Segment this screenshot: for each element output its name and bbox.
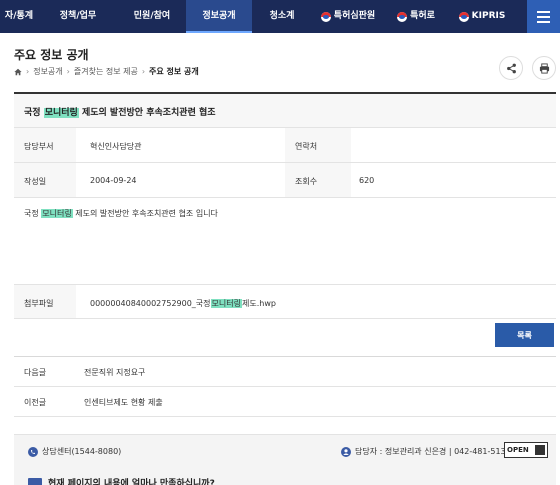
date-value: 2004-09-24 — [90, 176, 137, 185]
kipo-logo-icon — [320, 11, 331, 22]
body-text: 국정 — [24, 209, 42, 218]
menu-line-icon — [537, 15, 550, 18]
nav-link-label: 특허로 — [410, 11, 435, 21]
next-post-label: 다음글 — [24, 368, 47, 377]
menu-line-icon — [537, 10, 550, 13]
share-icon — [506, 63, 516, 73]
breadcrumb-current: 주요 정보 공개 — [149, 67, 199, 76]
manager-text: 담당자 : 정보관리과 신은경 | 042-481-5136 — [355, 447, 511, 456]
info-row-department: 담당부서 혁신인사담당관 연락처 — [14, 128, 556, 163]
nav-item-civil-participation[interactable]: 민원/참여 — [118, 0, 186, 33]
post-title-row: 국정 모니터링 제도의 발전방안 후속조치관련 협조 — [14, 94, 556, 128]
home-icon[interactable] — [14, 68, 22, 76]
person-icon — [341, 446, 351, 457]
post-title-text: 제도의 발전방안 후속조치관련 협조 — [78, 108, 216, 118]
search-highlight: 모니터링 — [41, 209, 73, 218]
search-highlight: 모니터링 — [43, 108, 79, 118]
satisfaction-survey: 현재 페이지의 내용에 얼마나 만족하십니까? — [28, 476, 215, 485]
date-label: 작성일 — [24, 177, 47, 186]
nav-link-kipris[interactable]: KIPRIS — [448, 0, 516, 33]
body-text: 제도의 발전방안 후속조치관련 협조 입니다 — [72, 209, 218, 218]
breadcrumb: › 정보공개 › 즐겨찾는 정보 제공 › 주요 정보 공개 — [14, 66, 199, 77]
attachment-file-link[interactable]: 0000004084000275290​0_국정모니터링제도.hwp — [90, 298, 276, 309]
post-body: 국정 모니터링 제도의 발전방안 후속조치관련 협조 입니다 — [14, 198, 556, 285]
post-title: 국정 모니터링 제도의 발전방안 후속조치관련 협조 — [24, 105, 216, 118]
next-post-row: 다음글 전문직위 지정요구 — [14, 357, 556, 387]
chevron-right-icon: › — [66, 67, 70, 76]
survey-icon — [28, 477, 42, 485]
adjacent-posts: 다음글 전문직위 지정요구 이전글 인센티브제도 현황 제출 — [14, 356, 556, 417]
department-value: 혁신인사담당관 — [90, 142, 142, 151]
post-body-text: 국정 모니터링 제도의 발전방안 후속조치관련 협조 입니다 — [24, 208, 218, 219]
phone-icon — [28, 446, 38, 457]
list-button[interactable]: 목록 — [495, 323, 554, 347]
file-name-text: 제도.hwp — [241, 299, 276, 308]
license-icon — [535, 445, 545, 455]
next-post-link[interactable]: 전문직위 지정요구 — [84, 367, 145, 378]
chevron-right-icon: › — [26, 67, 30, 76]
nav-item-policy[interactable]: 정책/업무 — [38, 0, 118, 33]
page-title: 주요 정보 공개 — [14, 48, 89, 62]
prev-post-label: 이전글 — [24, 398, 47, 407]
nav-link-patent-tribunal[interactable]: 특허심판원 — [312, 0, 384, 33]
nav-item-office[interactable]: 청소계 — [252, 0, 312, 33]
breadcrumb-item[interactable]: 정보공개 — [33, 66, 62, 77]
prev-post-link[interactable]: 인센티브제도 현황 제출 — [84, 397, 163, 408]
breadcrumb-item[interactable]: 즐겨찾는 정보 제공 — [74, 66, 138, 77]
contact-label: 연락처 — [295, 142, 318, 151]
page-manager: 담당자 : 정보관리과 신은경 | 042-481-5136 — [341, 446, 511, 457]
info-row-date: 작성일 2004-09-24 조회수 620 — [14, 163, 556, 198]
nav-item-data-statistics[interactable]: 자/통계 — [0, 0, 38, 33]
top-navigation: 자/통계 정책/업무 민원/참여 정보공개 청소계 특허심판원 특허로 KIPR… — [0, 0, 560, 33]
page-footer: 상담센터(1544-8080) 담당자 : 정보관리과 신은경 | 042-48… — [14, 434, 556, 485]
file-name-text: 0000004084000275290​0_국정 — [90, 299, 211, 308]
call-center-text: 상담센터(1544-8080) — [42, 447, 122, 456]
nav-link-label: KIPRIS — [471, 11, 506, 21]
search-highlight: 모니터링 — [210, 299, 242, 308]
prev-post-row: 이전글 인센티브제도 현황 제출 — [14, 387, 556, 417]
nav-link-label: 특허심판원 — [333, 11, 376, 21]
open-badge-text: OPEN — [507, 446, 529, 454]
nav-link-patent-ro[interactable]: 특허로 — [384, 0, 448, 33]
nav-item-information-disclosure[interactable]: 정보공개 — [186, 0, 252, 33]
hamburger-menu-button[interactable] — [527, 0, 560, 33]
chevron-right-icon: › — [141, 67, 146, 76]
share-button[interactable] — [499, 56, 523, 80]
kipo-logo-icon — [397, 11, 408, 22]
department-label: 담당부서 — [24, 142, 54, 151]
menu-line-icon — [537, 20, 550, 23]
attachment-row: 첨부파일 0000004084000275290​0_국정모니터링제도.hwp — [14, 285, 556, 319]
post-title-text: 국정 — [24, 108, 44, 118]
survey-question: 현재 페이지의 내용에 얼마나 만족하십니까? — [48, 479, 215, 485]
views-value: 620 — [359, 176, 375, 185]
views-label: 조회수 — [295, 177, 318, 186]
print-button[interactable] — [532, 56, 556, 80]
call-center: 상담센터(1544-8080) — [28, 446, 121, 457]
kipo-logo-icon — [458, 11, 469, 22]
attachment-label: 첨부파일 — [24, 299, 54, 308]
printer-icon — [539, 62, 549, 74]
open-license-badge[interactable]: OPEN — [504, 442, 548, 458]
